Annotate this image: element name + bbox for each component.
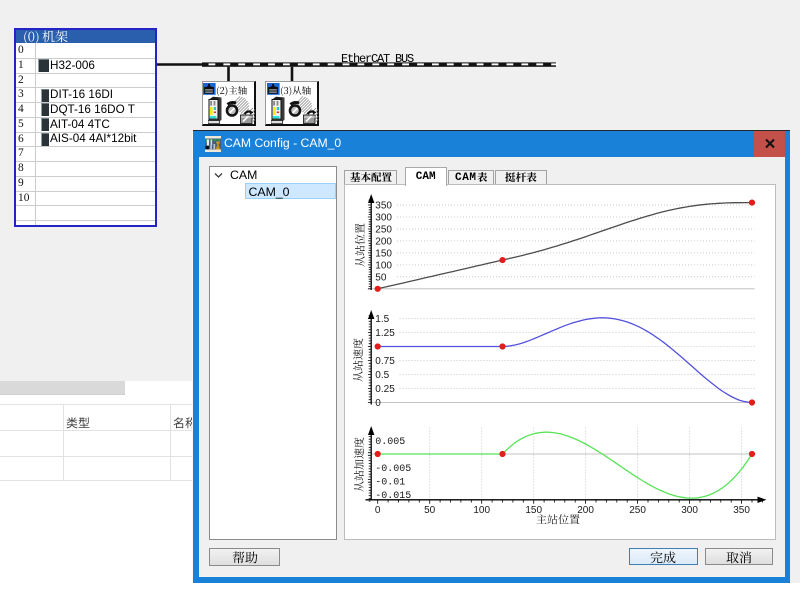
svg-text:350: 350 xyxy=(733,505,750,516)
svg-text:0.75: 0.75 xyxy=(375,356,395,367)
svg-text:0: 0 xyxy=(375,398,381,409)
svg-text:50: 50 xyxy=(375,272,387,283)
svg-text:0.5: 0.5 xyxy=(375,370,389,381)
svg-text:0.005: 0.005 xyxy=(375,437,405,448)
svg-text:250: 250 xyxy=(629,505,646,516)
svg-text:100: 100 xyxy=(473,505,490,516)
svg-text:150: 150 xyxy=(375,248,392,259)
svg-text:300: 300 xyxy=(375,213,392,224)
svg-text:200: 200 xyxy=(375,236,392,247)
svg-text:-0.01: -0.01 xyxy=(375,477,405,488)
svg-text:250: 250 xyxy=(375,225,392,236)
svg-text:1.5: 1.5 xyxy=(375,314,389,325)
svg-text:1.25: 1.25 xyxy=(375,328,395,339)
svg-text:300: 300 xyxy=(681,505,698,516)
svg-text:0.25: 0.25 xyxy=(375,384,395,395)
svg-text:-0.005: -0.005 xyxy=(375,464,411,475)
svg-text:50: 50 xyxy=(424,505,436,516)
svg-text:100: 100 xyxy=(375,260,392,271)
svg-text:350: 350 xyxy=(375,201,392,212)
svg-text:0: 0 xyxy=(374,505,380,516)
